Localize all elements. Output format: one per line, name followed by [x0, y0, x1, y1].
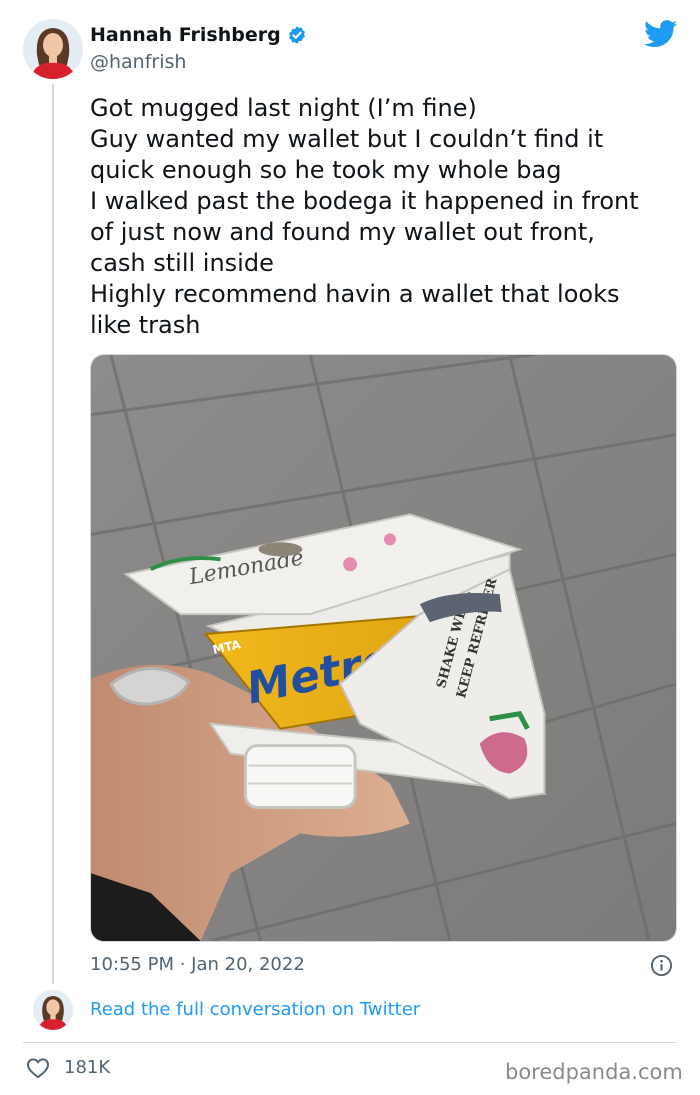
avatar-image [33, 990, 73, 1030]
thread-line [52, 84, 54, 984]
tweet-line: Got mugged last night (I’m fine) [90, 94, 477, 122]
tweet-line: of just now and found my wallet out fron… [90, 218, 595, 246]
tweet-photo[interactable]: Lemonade MetroCard MTA SHAKE WELL KEEP R… [90, 354, 677, 942]
twitter-bird-icon[interactable] [644, 20, 678, 48]
verified-badge-icon [288, 26, 305, 44]
tweet-line: cash still inside [90, 249, 274, 277]
tweet-line: quick enough so he took my whole bag [90, 156, 562, 184]
tweet-line: Highly recommend havin a wallet that loo… [90, 280, 620, 308]
user-handle[interactable]: @hanfrish [90, 50, 186, 74]
wallet-photo-image: Lemonade MetroCard MTA SHAKE WELL KEEP R… [91, 355, 676, 941]
tweet-timestamp[interactable]: 10:55 PM · Jan 20, 2022 [90, 953, 305, 977]
user-avatar[interactable] [23, 19, 83, 79]
tweet-line: Guy wanted my wallet but I couldn’t find… [90, 125, 604, 153]
watermark: boredpanda.com [505, 1060, 683, 1084]
read-conversation-link[interactable]: Read the full conversation on Twitter [90, 998, 420, 1022]
user-avatar-small[interactable] [33, 990, 73, 1030]
tweet-line: I walked past the bodega it happened in … [90, 187, 639, 215]
tweet-line: like trash [90, 311, 201, 339]
display-name[interactable]: Hannah Frishberg [90, 22, 307, 48]
display-name-text[interactable]: Hannah Frishberg [90, 22, 281, 48]
info-icon[interactable] [650, 954, 673, 977]
tweet-text: Got mugged last night (I’m fine) Guy wan… [90, 93, 685, 341]
like-count[interactable]: 181K [64, 1056, 110, 1080]
heart-icon[interactable] [26, 1057, 50, 1079]
divider [23, 1042, 677, 1043]
avatar-image [23, 19, 83, 79]
